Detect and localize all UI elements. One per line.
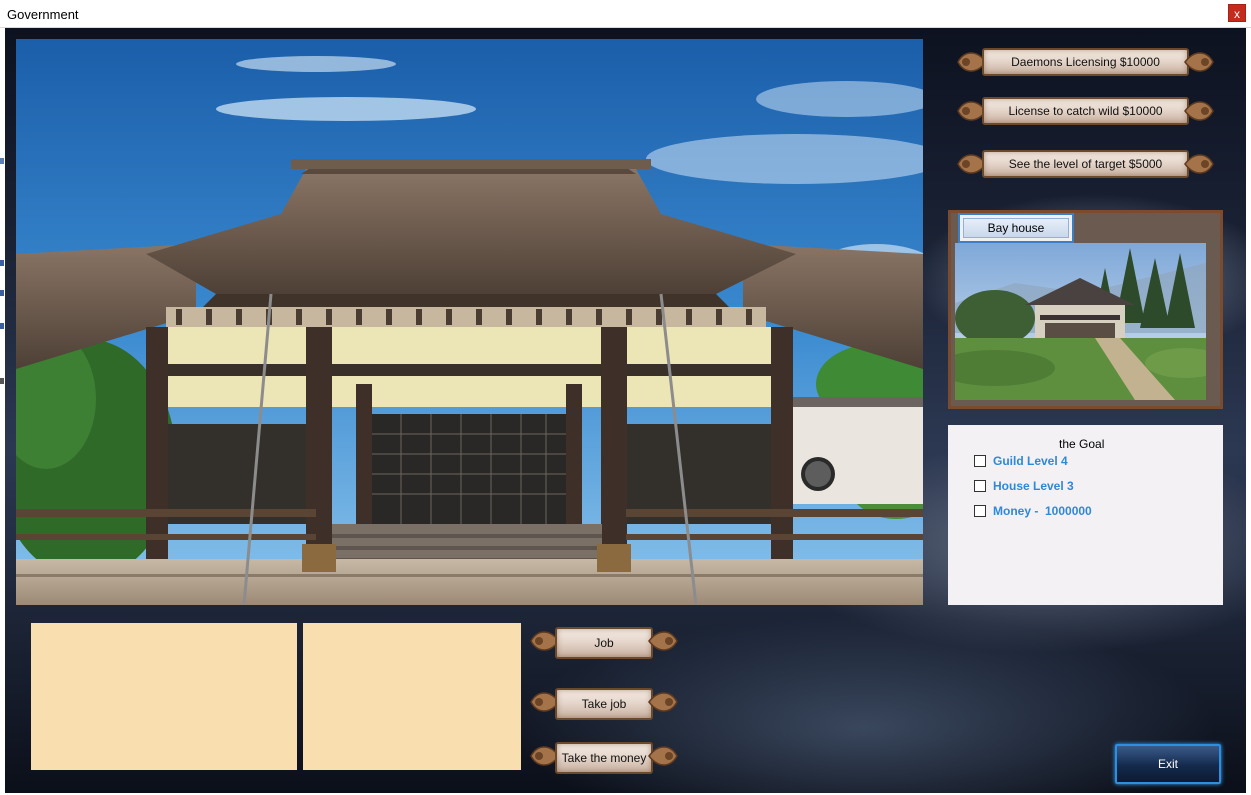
goal-item-label: Guild Level 4 [993, 454, 1068, 468]
job-button[interactable]: Job [527, 623, 681, 663]
goal-title: the Goal [1059, 437, 1105, 451]
ornament-right-icon [1184, 154, 1214, 174]
see-target-level-label: See the level of target $5000 [1008, 157, 1163, 171]
take-job-button[interactable]: Take job [527, 684, 681, 724]
info-box-right [303, 623, 521, 770]
daemons-licensing-label: Daemons Licensing $10000 [1011, 55, 1160, 69]
government-form: Daemons Licensing $10000 License to catc… [5, 28, 1246, 793]
goal-checkbox[interactable] [974, 480, 986, 492]
bay-house-image [955, 243, 1206, 400]
ornament-right-icon [648, 631, 678, 651]
job-label: Job [594, 636, 614, 650]
license-to-catch-wild-label: License to catch wild $10000 [1008, 104, 1163, 118]
goal-checkbox[interactable] [974, 505, 986, 517]
goal-item-guild-level[interactable]: Guild Level 4 [974, 453, 1068, 469]
goal-checkbox[interactable] [974, 455, 986, 467]
ornament-right-icon [648, 692, 678, 712]
window-titlebar: Government x [0, 0, 1251, 28]
take-job-label: Take job [581, 697, 627, 711]
window-title: Government [7, 7, 79, 22]
government-building-image [16, 39, 923, 605]
ornament-right-icon [648, 746, 678, 766]
close-button[interactable]: x [1228, 4, 1246, 22]
bay-house-label: Bay house [987, 221, 1045, 235]
bay-house-tab[interactable]: Bay house [958, 213, 1074, 243]
goal-item-label: House Level 3 [993, 479, 1074, 493]
goal-panel: the Goal Guild Level 4 House Level 3 Mon… [948, 425, 1223, 605]
exit-button[interactable]: Exit [1115, 744, 1221, 784]
goal-item-house-level[interactable]: House Level 3 [974, 478, 1074, 494]
info-box-left [31, 623, 297, 770]
goal-item-money[interactable]: Money - 1000000 [974, 503, 1092, 519]
take-the-money-button[interactable]: Take the money [527, 738, 681, 778]
take-the-money-label: Take the money [561, 751, 647, 765]
daemons-licensing-button[interactable]: Daemons Licensing $10000 [954, 44, 1217, 80]
exit-label: Exit [1157, 757, 1178, 771]
property-panel: Bay house [948, 210, 1223, 409]
close-icon: x [1234, 7, 1240, 21]
license-to-catch-wild-button[interactable]: License to catch wild $10000 [954, 93, 1217, 129]
goal-item-label: Money - 1000000 [993, 504, 1092, 518]
see-target-level-button[interactable]: See the level of target $5000 [954, 146, 1217, 182]
ornament-right-icon [1184, 101, 1214, 121]
ornament-right-icon [1184, 52, 1214, 72]
